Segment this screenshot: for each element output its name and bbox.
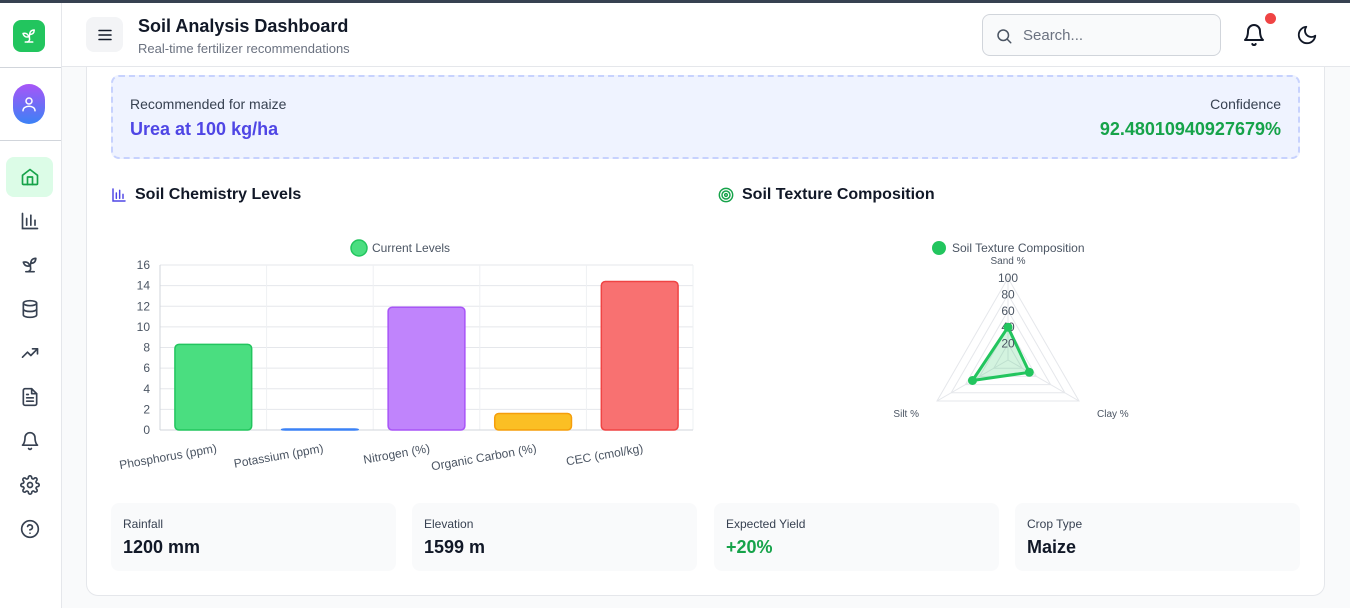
app-logo[interactable] — [13, 20, 45, 52]
file-text-icon — [22, 387, 38, 407]
sidebar-item-alerts[interactable] — [6, 421, 53, 461]
x-tick-label: Phosphorus (ppm) — [118, 441, 218, 472]
page-subtitle: Real-time fertilizer recommendations — [138, 41, 350, 56]
stat-value: +20% — [726, 537, 773, 557]
page-title: Soil Analysis Dashboard — [138, 16, 349, 36]
sidebar-divider — [0, 140, 61, 141]
top-header: Soil Analysis Dashboard Real-time fertil… — [62, 3, 1350, 67]
y-tick-label: 16 — [137, 258, 151, 272]
settings-icon — [19, 475, 40, 495]
notification-bell-icon[interactable] — [1242, 23, 1266, 47]
stat-value: 1200 mm — [123, 537, 201, 557]
sidebar-item-home[interactable] — [6, 157, 53, 197]
home-icon — [21, 168, 38, 186]
sprout-icon — [22, 257, 37, 273]
radar-tick-label: 60 — [1001, 304, 1015, 318]
y-tick-label: 4 — [143, 382, 150, 396]
trending-up-icon — [21, 348, 38, 358]
stat-card-expected-yield: Expected Yield +20% — [714, 503, 999, 571]
sidebar-item-crops[interactable] — [6, 245, 53, 285]
stat-card-elevation: Elevation 1599 m — [412, 503, 697, 571]
texture-section-title: Soil Texture Composition — [718, 186, 935, 204]
sidebar-item-reports[interactable] — [6, 377, 53, 417]
chemistry-section-title: Soil Chemistry Levels — [111, 186, 301, 204]
legend-label: Soil Texture Composition — [952, 241, 1085, 255]
bar — [174, 343, 253, 431]
stat-card-rainfall: Rainfall 1200 mm — [111, 503, 396, 571]
chemistry-title-text: Soil Chemistry Levels — [135, 186, 302, 203]
search-input[interactable] — [1023, 25, 1208, 45]
recommendation-banner: Recommended for maize Urea at 100 kg/ha … — [111, 75, 1300, 159]
radar-tick-label: 20 — [1001, 337, 1015, 351]
sprout-logo-icon — [22, 29, 35, 43]
y-tick-label: 2 — [143, 402, 150, 416]
radar-tick-label: 80 — [1001, 287, 1015, 301]
y-tick-label: 12 — [137, 299, 151, 313]
radar-point — [1024, 367, 1034, 377]
bar-chart-icon — [112, 188, 126, 202]
bar — [600, 280, 679, 431]
sidebar-item-help[interactable] — [6, 509, 53, 549]
radar-point — [1003, 322, 1013, 332]
help-circle-icon — [20, 519, 39, 539]
sidebar-item-analytics[interactable] — [6, 201, 53, 241]
sidebar-item-settings[interactable] — [6, 465, 53, 505]
radar-axis-label: Sand % — [990, 256, 1025, 267]
bar-chart-icon — [21, 212, 38, 230]
sidebar-item-trends[interactable] — [6, 333, 53, 373]
dark-mode-toggle-icon[interactable] — [1296, 24, 1318, 46]
y-tick-label: 6 — [143, 361, 150, 375]
stat-value: Maize — [1027, 537, 1077, 557]
target-icon — [718, 187, 734, 203]
notification-badge — [1265, 13, 1276, 24]
menu-toggle-button[interactable] — [86, 17, 123, 52]
search-box[interactable] — [982, 14, 1221, 56]
legend-label: Current Levels — [372, 241, 450, 255]
bell-icon — [21, 431, 38, 451]
x-tick-label: Potassium (ppm) — [233, 441, 325, 471]
stat-label: Rainfall — [123, 517, 164, 531]
stat-value: 1599 m — [424, 537, 486, 557]
confidence-value: 92.48010940927679% — [1099, 119, 1281, 139]
database-icon — [22, 299, 37, 319]
stat-label: Crop Type — [1027, 517, 1083, 531]
sidebar-item-data[interactable] — [6, 289, 53, 329]
y-tick-label: 10 — [137, 320, 151, 334]
sidebar — [0, 3, 62, 608]
search-icon — [997, 29, 1012, 44]
menu-icon — [97, 29, 112, 40]
sidebar-divider — [0, 67, 61, 68]
legend-swatch — [350, 239, 368, 257]
y-tick-label: 14 — [137, 279, 151, 293]
y-tick-label: 0 — [143, 423, 150, 437]
x-tick-label: Organic Carbon (%) — [430, 441, 538, 473]
stat-label: Elevation — [424, 517, 474, 531]
stat-card-crop-type: Crop Type Maize — [1015, 503, 1300, 571]
bar — [493, 412, 573, 431]
radar-point — [967, 376, 977, 385]
x-tick-label: Nitrogen (%) — [362, 441, 431, 466]
avatar[interactable] — [13, 84, 45, 124]
confidence-label: Confidence — [1210, 96, 1281, 112]
recommendation-label: Recommended for maize — [130, 96, 287, 112]
radar-axis-label: Silt % — [893, 409, 919, 420]
user-icon — [22, 97, 36, 112]
bar — [387, 306, 466, 431]
recommendation-value: Urea at 100 kg/ha — [130, 119, 279, 139]
y-tick-label: 8 — [143, 341, 150, 355]
soil-chemistry-bar-chart: Current Levels 0 2 4 6 8 10 12 14 16 Phosphorus (p… — [118, 239, 694, 473]
radar-area — [969, 324, 1032, 383]
legend-swatch — [932, 241, 946, 255]
stat-label: Expected Yield — [726, 517, 806, 531]
x-tick-label: CEC (cmol/kg) — [565, 441, 644, 468]
radar-axis-label: Clay % — [1097, 409, 1129, 420]
bar — [280, 428, 360, 431]
soil-texture-radar-chart: Soil Texture Composition20406080100Sand … — [893, 241, 1129, 420]
texture-title-text: Soil Texture Composition — [742, 186, 935, 203]
radar-tick-label: 100 — [998, 271, 1018, 285]
